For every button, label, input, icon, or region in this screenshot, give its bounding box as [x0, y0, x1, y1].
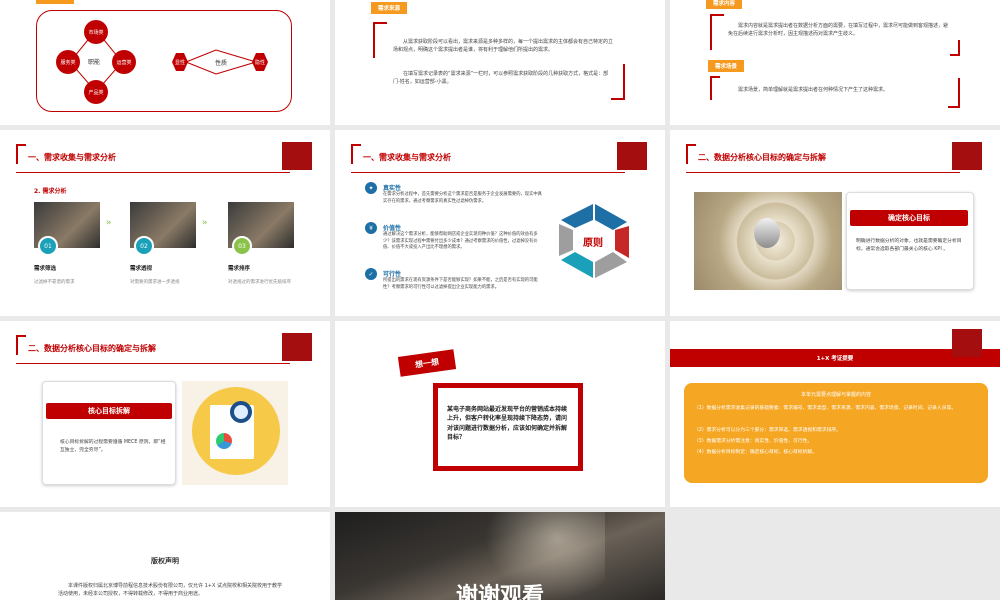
arrow-2: »	[202, 218, 208, 228]
slide-thumbnail-2[interactable]: 需求来源 从需求获取阶段可以看出，需求来源是多种多样的，每一个提出需求的主体都会…	[335, 0, 665, 125]
box-title: 本单元需要点理解与掌握的内容	[800, 392, 871, 398]
slide-thumbnail-8[interactable]: 想一想 某电子商务网站最近发现平台的营销成本持续上升，但客户转化率呈现持续下降态…	[335, 321, 665, 507]
copyright-text: 本课件版权归属北京博导前程信息技术股份有限公司，仅允许 1+X 试点院校和相关院…	[58, 583, 282, 597]
node-right: 运营类	[112, 50, 136, 74]
item-title-3: 可行性	[383, 271, 402, 278]
slide-thumbnail-6[interactable]: 二、数据分析核心目标的确定与拆解 确定核心目标 明确进行数据分析的对象，也就是需…	[670, 130, 1000, 316]
header-bracket	[16, 335, 26, 355]
header-line	[16, 172, 290, 173]
node-center-label: 职能	[88, 59, 101, 66]
slide-thumbnail-10[interactable]: 版权声明 本课件版权归属北京博导前程信息技术股份有限公司，仅允许 1+X 试点院…	[0, 512, 330, 600]
line-2: （2）需求分析可以分为三个部分：需求筛选、需求透视和需求排序。	[694, 428, 841, 433]
hex-mid-label: 性质	[215, 60, 228, 67]
item-title-1: 真实性	[383, 185, 402, 192]
header-bracket	[686, 144, 696, 164]
item-text-1: 在需求分析过程中，首先需要分析这个需求是否是服务于企业发展需要的，现实中真实存在…	[383, 192, 542, 204]
card-title: 核心目标拆解	[46, 403, 172, 419]
header-block	[952, 329, 982, 357]
slide-thumbnail-11[interactable]: 谢谢观看	[335, 512, 665, 600]
slide-thumbnail-5[interactable]: 一、需求收集与需求分析 ✦ 真实性 在需求分析过程中，首先需要分析这个需求是否是…	[335, 130, 665, 316]
step-title-3: 需求排序	[228, 266, 251, 272]
corner-right-2	[948, 78, 960, 108]
paragraph-2: 需求场景，简单理解就是需求提出者在何种情况下产生了这种需求。	[738, 87, 889, 93]
header-block	[952, 142, 982, 170]
thanks-text: 谢谢观看	[455, 584, 544, 600]
slide-thumbnail-4[interactable]: 一、需求收集与需求分析 2. 需求分析 » » 01 02 03 需求筛选 需求…	[0, 130, 330, 316]
value-icon: ¥	[365, 222, 377, 234]
copyright-title: 版权声明	[151, 557, 179, 565]
header-line	[351, 172, 625, 173]
line-4: （4）数据分析目标制定：确定核心目标、核心目标拆解。	[694, 450, 817, 455]
source-tag: 需求来源	[371, 2, 408, 14]
card-text: 明确进行数据分析的对象，也就是需要确定分析目标，通常会选取各部门最关心的核心 K…	[856, 239, 962, 252]
step-desc-2: 对需要的需求进一步透视	[130, 280, 180, 285]
content-tag: 需求内容	[706, 0, 743, 9]
paragraph-1: 需求内容就是需求提出者在数据分析方面的需要，在填写过程中，需求尽可能做到客观描述…	[728, 23, 949, 37]
header-block	[617, 142, 647, 170]
corner-top-left	[710, 14, 724, 50]
slide-title: 一、需求收集与需求分析	[363, 153, 451, 162]
node-top: 市场类	[84, 20, 108, 44]
slide-thumbnail-9[interactable]: 1+X 考证提要 本单元需要点理解与掌握的内容 （1）数据分析需求收集记录的基础…	[670, 321, 1000, 507]
section-subtitle: 2. 需求分析	[34, 188, 67, 195]
step-title-2: 需求透视	[130, 266, 153, 272]
header-bracket	[16, 144, 26, 164]
node-left: 服务类	[56, 50, 80, 74]
corner-right-1	[950, 40, 960, 56]
node-bottom: 产品类	[84, 80, 108, 104]
content-box	[684, 383, 988, 483]
slide-title: 二、数据分析核心目标的确定与拆解	[28, 344, 156, 353]
header-block	[282, 142, 312, 170]
slide-thumbnail-7[interactable]: 二、数据分析核心目标的确定与拆解 核心目标拆解 核心目标拆解的过程需要遵循 ME…	[0, 321, 330, 507]
card-title: 确定核心目标	[850, 210, 968, 226]
item-text-3: 所提出的需求在现有资源条件下是否能够实现？如果不能，之后是否有实现的可能性？考察…	[383, 278, 538, 290]
paragraph-2: 在填写需求记录表的“需求来源”一栏时，可以参照需求获取阶段的几种获取方式，格式是…	[393, 71, 609, 85]
breakdown-card	[42, 381, 176, 485]
item-text-2: 通过解决这个需求分析，能够帮助网店或企业实现何种价值？这种价值的效益有多少？该需…	[383, 232, 538, 251]
feasibility-icon: ✓	[365, 268, 377, 280]
principle-center-label: 原则	[583, 238, 603, 249]
header-line	[686, 172, 960, 173]
pie-chart-icon	[216, 433, 232, 449]
step-title-1: 需求筛选	[34, 266, 57, 272]
arrow-1: »	[106, 218, 112, 228]
paragraph-1: 从需求获取阶段可以看出，需求来源是多种多样的，每一个提出需求的主体都会有自己特定…	[393, 39, 614, 53]
slide-title: 二、数据分析核心目标的确定与拆解	[698, 153, 826, 162]
slide-thumbnail-3[interactable]: 需求内容 需求内容就是需求提出者在数据分析方面的需要，在填写过程中，需求尽可能做…	[670, 0, 1000, 125]
header-line	[16, 363, 290, 364]
header-bar: 1+X 考证提要	[670, 349, 1000, 367]
slide-thumbnail-1[interactable]: 市场类 服务类 运营类 产品类 职能 显性 性质 隐性	[0, 0, 330, 125]
truth-icon: ✦	[365, 182, 377, 194]
line-3: （3）数据需求分析需注意：真实性、价值性、可行性。	[694, 439, 813, 444]
scene-tag: 需求场景	[708, 60, 745, 72]
header-bracket	[351, 144, 361, 164]
think-badge: 想一想	[397, 349, 457, 377]
target-photo	[694, 192, 842, 290]
question-text: 某电子商务网站最近发现平台的营销成本持续上升，但客户转化率呈现持续下降态势，请问…	[447, 406, 568, 441]
step-desc-1: 过滤掉不靠谱的需求	[34, 280, 75, 285]
magnifier-icon	[230, 401, 252, 423]
step-number-2: 02	[134, 236, 154, 256]
corner-left-2	[710, 76, 720, 100]
header-block	[282, 333, 312, 361]
item-title-2: 价值性	[383, 225, 402, 232]
connector-lines	[69, 29, 257, 93]
slide-title: 一、需求收集与需求分析	[28, 153, 116, 162]
step-desc-3: 对透视过的需求进行优先级排序	[228, 280, 291, 285]
line-1: （1）数据分析需求收集记录的基础要素：需求编号、需求类型、需求来源、需求内容、需…	[694, 406, 957, 411]
target-pin-icon	[754, 218, 780, 248]
corner-top-left	[373, 22, 387, 58]
corner-bottom-right	[611, 64, 625, 100]
step-number-1: 01	[38, 236, 58, 256]
analysis-illustration	[182, 381, 288, 485]
step-number-3: 03	[232, 236, 252, 256]
card-text: 核心目标拆解的过程需要遵循 MECE 原则，即“相互独立，完全穷尽”。	[60, 440, 166, 453]
